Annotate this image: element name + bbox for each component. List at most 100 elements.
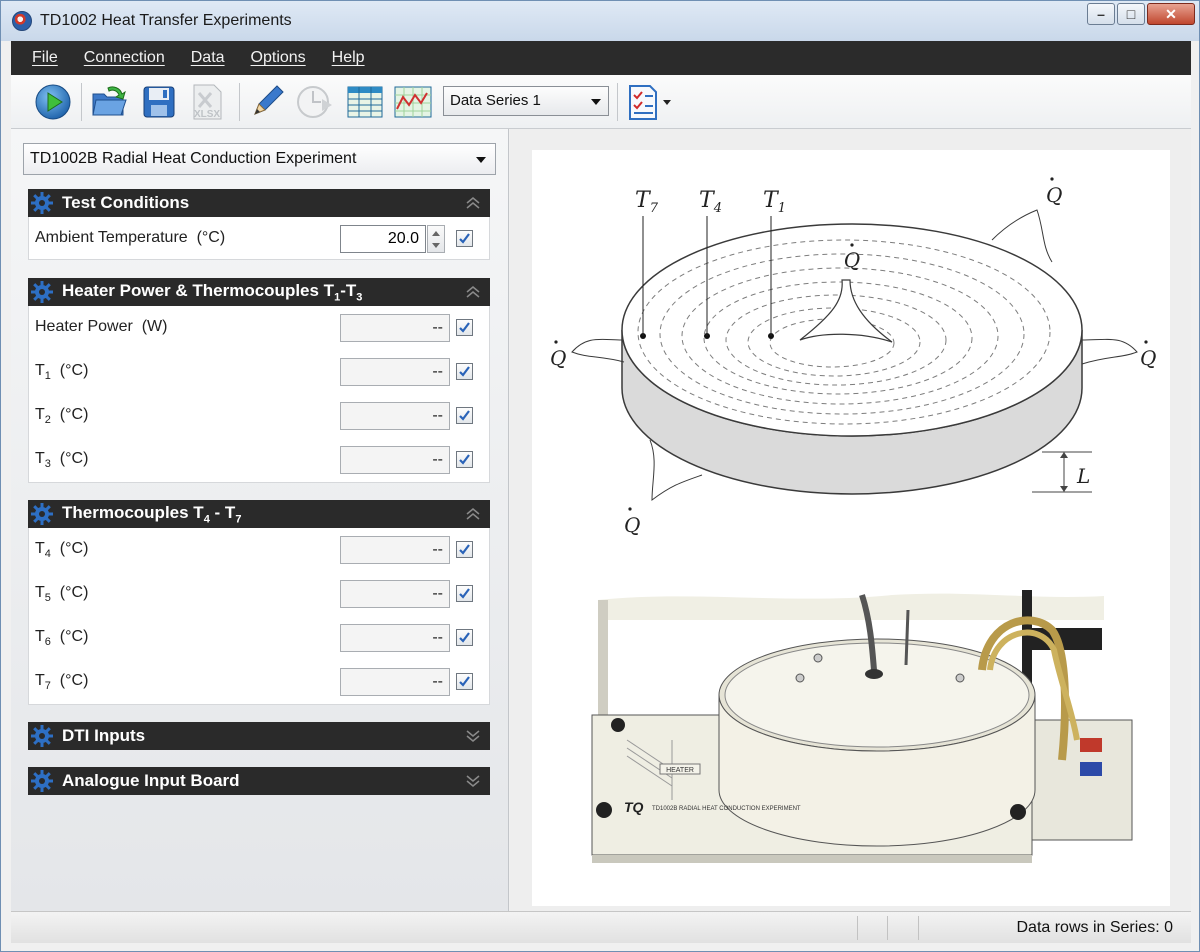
export-xlsx-icon[interactable]: XLSX xyxy=(187,82,227,122)
t5-row: T5 (°C) -- xyxy=(29,572,489,616)
t1-diagram-label: T1 xyxy=(763,188,786,216)
experiment-select-value: TD1002B Radial Heat Conduction Experimen… xyxy=(30,150,357,167)
t6-checkbox[interactable] xyxy=(456,629,473,646)
t2-label: T2 (°C) xyxy=(35,406,89,427)
t7-label: T7 (°C) xyxy=(35,672,89,693)
experiment-select[interactable]: TD1002B Radial Heat Conduction Experimen… xyxy=(23,143,496,175)
pencil-icon[interactable] xyxy=(247,82,287,122)
heater-power-label: Heater Power (W) xyxy=(35,318,168,335)
data-series-value: Data Series 1 xyxy=(450,92,541,109)
t1-checkbox[interactable] xyxy=(456,363,473,380)
ambient-temperature-spinner[interactable] xyxy=(427,225,445,253)
test-conditions-body: Ambient Temperature (°C) 20.0 xyxy=(28,217,490,260)
dti-inputs-header[interactable]: DTI Inputs xyxy=(28,722,490,750)
table-icon[interactable] xyxy=(345,82,385,122)
heater-power-checkbox[interactable] xyxy=(456,319,473,336)
gear-icon xyxy=(30,280,54,304)
heater-thermocouples-header[interactable]: Heater Power & Thermocouples T1-T3 xyxy=(28,278,490,306)
gear-icon xyxy=(30,769,54,793)
q-bottom-label: Q xyxy=(624,513,640,537)
chevron-down-icon xyxy=(476,157,486,163)
t5-checkbox[interactable] xyxy=(456,585,473,602)
dti-inputs-section: DTI Inputs xyxy=(28,722,490,750)
menu-options[interactable]: Options xyxy=(251,49,306,67)
t2-value: -- xyxy=(340,402,450,430)
section-title: Thermocouples T4 - T7 xyxy=(62,502,242,526)
radial-conduction-diagram: Q T7 T4 T1 Q Q Q Q L HEATER TQ TD1002B R… xyxy=(550,177,1156,863)
thermocouples-t4-t7-section: Thermocouples T4 - T7 T4 (°C) -- T5 (°C)… xyxy=(28,500,490,705)
t1-value: -- xyxy=(340,358,450,386)
chevron-down-icon xyxy=(591,99,601,105)
ambient-temperature-checkbox[interactable] xyxy=(456,230,473,247)
thermocouples-t4-t7-header[interactable]: Thermocouples T4 - T7 xyxy=(28,500,490,528)
heater-power-value: -- xyxy=(340,314,450,342)
section-title: Analogue Input Board xyxy=(62,771,240,790)
maximize-button[interactable]: □ xyxy=(1117,3,1145,25)
t3-label: T3 (°C) xyxy=(35,450,89,471)
heater-thermocouples-section: Heater Power & Thermocouples T1-T3 Heate… xyxy=(28,278,490,483)
ambient-temperature-input[interactable]: 20.0 xyxy=(340,225,426,253)
close-button[interactable]: ✕ xyxy=(1147,3,1195,25)
t2-checkbox[interactable] xyxy=(456,407,473,424)
section-title: Test Conditions xyxy=(62,193,190,212)
menu-file[interactable]: File xyxy=(32,49,58,67)
open-folder-icon[interactable] xyxy=(89,82,129,122)
q-center-label: Q xyxy=(844,248,860,272)
t4-value: -- xyxy=(340,536,450,564)
t7-value: -- xyxy=(340,668,450,696)
spin-up-icon[interactable] xyxy=(432,231,440,236)
menu-help[interactable]: Help xyxy=(332,49,365,67)
data-series-select[interactable]: Data Series 1 xyxy=(443,86,609,116)
play-icon[interactable] xyxy=(33,82,73,122)
diagram-panel: Q T7 T4 T1 Q Q Q Q L HEATER TQ TD1002B R… xyxy=(510,129,1191,911)
clock-icon[interactable] xyxy=(295,82,335,122)
section-title: DTI Inputs xyxy=(62,726,146,745)
collapse-chevron-icon[interactable] xyxy=(464,505,482,523)
menu-data[interactable]: Data xyxy=(191,49,225,67)
app-logo-icon xyxy=(12,11,32,31)
diagram-canvas: Q T7 T4 T1 Q Q Q Q L HEATER TQ TD1002B R… xyxy=(532,150,1170,906)
heater-power-row: Heater Power (W) -- xyxy=(29,306,489,350)
q-top-label: Q xyxy=(1046,183,1062,207)
t4-label: T4 (°C) xyxy=(35,540,89,561)
analogue-input-board-header[interactable]: Analogue Input Board xyxy=(28,767,490,795)
t3-value: -- xyxy=(340,446,450,474)
collapse-chevron-icon[interactable] xyxy=(464,194,482,212)
l-dimension-label: L xyxy=(1076,464,1090,488)
test-conditions-section: Test Conditions Ambient Temperature (°C)… xyxy=(28,189,490,260)
save-disk-icon[interactable] xyxy=(139,82,179,122)
t4-row: T4 (°C) -- xyxy=(29,528,489,572)
app-window: TD1002 Heat Transfer Experiments – □ ✕ F… xyxy=(0,0,1200,952)
analogue-input-board-section: Analogue Input Board xyxy=(28,767,490,795)
t4-checkbox[interactable] xyxy=(456,541,473,558)
t5-value: -- xyxy=(340,580,450,608)
checklist-icon[interactable] xyxy=(623,82,663,122)
apparatus-plate-text: TD1002B RADIAL HEAT CONDUCTION EXPERIMEN… xyxy=(652,806,801,812)
svg-text:TQ: TQ xyxy=(624,799,644,815)
menu-bar: File Connection Data Options Help xyxy=(11,41,1191,75)
t2-row: T2 (°C) -- xyxy=(29,394,489,438)
graph-icon[interactable] xyxy=(393,82,433,122)
xlsx-label: XLSX xyxy=(194,109,220,120)
t6-row: T6 (°C) -- xyxy=(29,616,489,660)
t1-label: T1 (°C) xyxy=(35,362,89,383)
window-controls: – □ ✕ xyxy=(1085,3,1195,25)
t3-checkbox[interactable] xyxy=(456,451,473,468)
t7-checkbox[interactable] xyxy=(456,673,473,690)
minimize-button[interactable]: – xyxy=(1087,3,1115,25)
heater-thermocouples-body: Heater Power (W) -- T1 (°C) -- T2 (°C) -… xyxy=(28,306,490,483)
ambient-temperature-label: Ambient Temperature (°C) xyxy=(35,229,226,246)
section-title: Heater Power & Thermocouples T1-T3 xyxy=(62,280,363,304)
dropdown-arrow-icon[interactable] xyxy=(659,82,675,122)
expand-chevron-icon[interactable] xyxy=(464,772,482,790)
menu-connection[interactable]: Connection xyxy=(84,49,165,67)
collapse-chevron-icon[interactable] xyxy=(464,283,482,301)
expand-chevron-icon[interactable] xyxy=(464,727,482,745)
spin-down-icon[interactable] xyxy=(432,243,440,248)
ambient-temperature-row: Ambient Temperature (°C) 20.0 xyxy=(29,217,489,261)
t5-label: T5 (°C) xyxy=(35,584,89,605)
t1-row: T1 (°C) -- xyxy=(29,350,489,394)
t6-label: T6 (°C) xyxy=(35,628,89,649)
test-conditions-header[interactable]: Test Conditions xyxy=(28,189,490,217)
thermocouples-t4-t7-body: T4 (°C) -- T5 (°C) -- T6 (°C) -- T7 (°C) xyxy=(28,528,490,705)
